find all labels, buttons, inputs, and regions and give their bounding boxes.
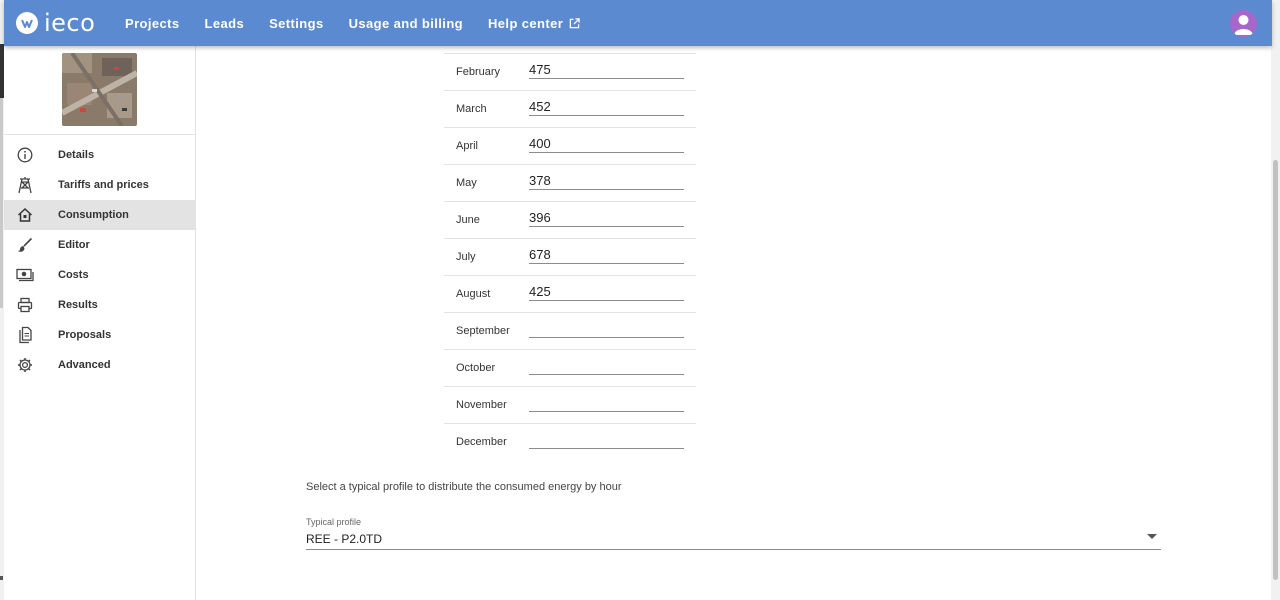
info-icon <box>16 146 34 164</box>
dropdown-arrow-icon <box>1147 534 1157 539</box>
home-icon <box>16 206 34 224</box>
typical-profile-label: Typical profile <box>306 517 362 527</box>
sidebar-item-costs[interactable]: Costs <box>4 260 195 290</box>
month-row-november: November <box>444 386 696 423</box>
project-thumbnail-section <box>4 46 195 135</box>
nav-usage-billing[interactable]: Usage and billing <box>349 16 463 31</box>
cash-icon <box>16 266 34 284</box>
project-satellite-image[interactable] <box>62 53 137 126</box>
month-label: September <box>456 325 510 337</box>
may-consumption-input[interactable] <box>529 171 684 190</box>
month-label: December <box>456 436 507 448</box>
march-consumption-input[interactable] <box>529 97 684 116</box>
sidebar-item-label: Proposals <box>58 329 112 341</box>
sidebar-item-details[interactable]: Details <box>4 140 195 170</box>
user-icon <box>1234 15 1253 35</box>
sidebar-item-label: Editor <box>58 239 90 251</box>
august-consumption-input[interactable] <box>529 282 684 301</box>
sidebar-item-proposals[interactable]: Proposals <box>4 320 195 350</box>
month-row-march: March <box>444 90 696 127</box>
sidebar-item-tariffs[interactable]: Tariffs and prices <box>4 170 195 200</box>
month-label: March <box>456 103 487 115</box>
month-label: April <box>456 140 479 152</box>
gear-icon <box>16 356 34 374</box>
logo-mark-icon <box>16 12 38 34</box>
printer-icon <box>16 296 34 314</box>
power-tower-icon <box>16 176 34 194</box>
month-row-may: May <box>444 164 696 201</box>
external-link-icon <box>569 17 580 28</box>
logo[interactable]: ieco <box>16 8 95 38</box>
nav-help-center[interactable]: Help center <box>488 16 580 31</box>
top-app-bar: ieco Projects Leads Settings Usage and b… <box>4 0 1272 46</box>
month-row-october: October <box>444 349 696 386</box>
sidebar-item-advanced[interactable]: Advanced <box>4 350 195 380</box>
june-consumption-input[interactable] <box>529 208 684 227</box>
month-row-july: July <box>444 238 696 275</box>
nav-leads[interactable]: Leads <box>205 16 245 31</box>
user-avatar[interactable] <box>1230 10 1257 37</box>
sidebar-item-label: Results <box>58 299 98 311</box>
project-sidebar: Details Tariffs and prices Consumption E… <box>4 46 196 600</box>
month-label: February <box>456 66 501 78</box>
month-label: May <box>456 177 477 189</box>
april-consumption-input[interactable] <box>529 134 684 153</box>
november-consumption-input[interactable] <box>529 393 684 412</box>
scrollbar-thumb[interactable] <box>1273 160 1278 580</box>
nav-help-center-label: Help center <box>488 15 564 31</box>
edge-marker <box>0 98 3 308</box>
page-scrollbar[interactable] <box>1271 0 1280 600</box>
nav-settings[interactable]: Settings <box>269 16 323 31</box>
month-row-december: December <box>444 423 696 460</box>
sidebar-item-label: Advanced <box>58 359 111 371</box>
february-consumption-input[interactable] <box>529 60 684 79</box>
documents-icon <box>16 326 34 344</box>
month-label: November <box>456 399 507 411</box>
sidebar-item-label: Consumption <box>58 209 129 221</box>
july-consumption-input[interactable] <box>529 245 684 264</box>
typical-profile-select[interactable]: Typical profile REE - P2.0TD <box>306 517 1161 550</box>
december-consumption-input[interactable] <box>529 430 684 449</box>
profile-prompt-text: Select a typical profile to distribute t… <box>306 481 622 493</box>
month-row-april: April <box>444 127 696 164</box>
sidebar-item-label: Tariffs and prices <box>58 179 149 191</box>
month-row-february: February <box>444 53 696 90</box>
sidebar-item-editor[interactable]: Editor <box>4 230 195 260</box>
edge-marker <box>0 576 3 580</box>
nav-projects[interactable]: Projects <box>125 16 180 31</box>
month-row-june: June <box>444 201 696 238</box>
month-label: June <box>456 214 480 226</box>
logo-text: ieco <box>44 9 96 37</box>
september-consumption-input[interactable] <box>529 319 684 338</box>
monthly-consumption-table: February March April May June July Augus… <box>444 53 696 460</box>
sidebar-item-label: Details <box>58 149 95 161</box>
month-label: July <box>456 251 476 263</box>
brush-icon <box>16 236 34 254</box>
month-row-august: August <box>444 275 696 312</box>
sidebar-item-consumption[interactable]: Consumption <box>4 200 195 230</box>
main-nav: Projects Leads Settings Usage and billin… <box>125 0 605 46</box>
month-label: August <box>456 288 491 300</box>
sidebar-item-results[interactable]: Results <box>4 290 195 320</box>
sidebar-item-label: Costs <box>58 269 89 281</box>
month-row-september: September <box>444 312 696 349</box>
typical-profile-value: REE - P2.0TD <box>306 532 383 546</box>
october-consumption-input[interactable] <box>529 356 684 375</box>
month-label: October <box>456 362 496 374</box>
